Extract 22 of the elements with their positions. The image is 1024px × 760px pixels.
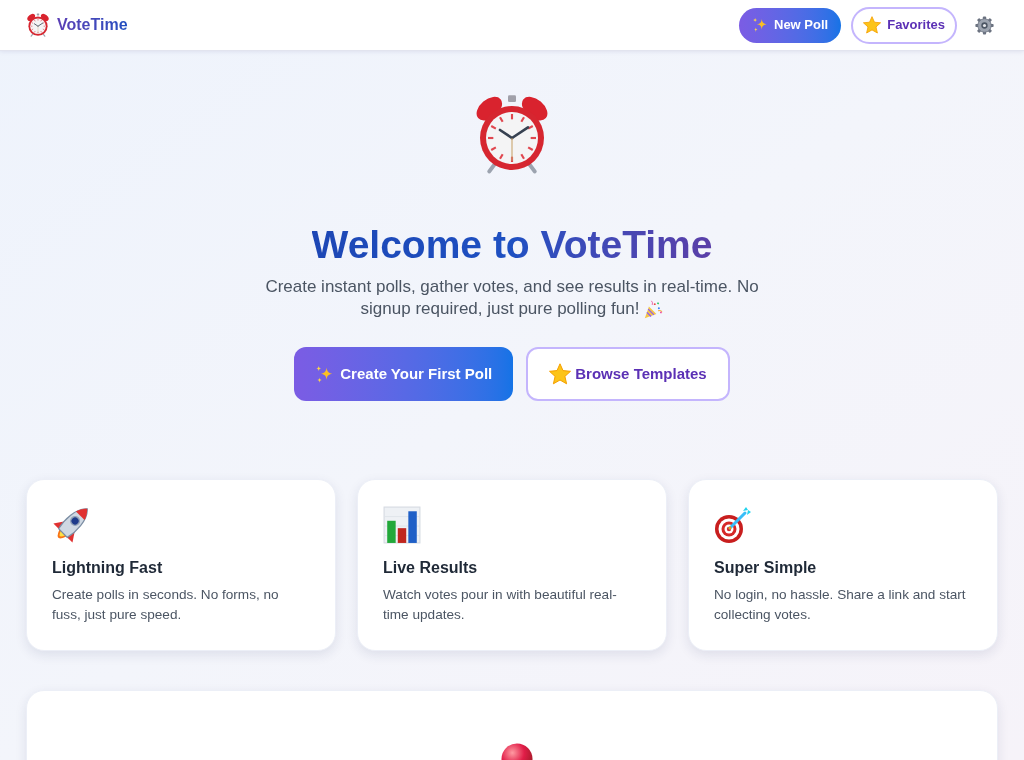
- feature-title: Live Results: [383, 558, 479, 578]
- settings-icon[interactable]: [975, 15, 994, 35]
- hero-subtitle-line: Create instant polls, gather votes, and see results in real-time. No: [265, 276, 759, 298]
- browse-templates-button[interactable]: Browse Templates: [526, 347, 730, 401]
- favorites-button[interactable]: Favorites: [851, 6, 957, 44]
- hero-subtitle-line: signup required, just pure polling fun!: [360, 298, 640, 320]
- star-icon: [863, 16, 882, 34]
- feature-description: No login, no hassle. Share a link and start collecting votes.: [714, 586, 967, 624]
- feature-description: Watch votes pour in with beautiful real-time updates.: [383, 586, 618, 624]
- feature-description: Create polls in seconds. No forms, no fuss, just pure speed.: [52, 586, 280, 624]
- dart-target-icon: [714, 506, 752, 544]
- create-poll-button[interactable]: Create Your First Poll: [294, 347, 514, 401]
- rocket-icon: [52, 506, 90, 544]
- bar-chart-icon: [383, 506, 421, 544]
- alarm-clock-icon: [26, 13, 50, 37]
- feature-title: Super Simple: [714, 558, 818, 578]
- star-icon: [549, 363, 572, 385]
- sparkle-icon: [315, 364, 335, 384]
- sparkle-icon: [752, 17, 768, 33]
- feature-title: Lightning Fast: [52, 558, 164, 578]
- new-poll-button[interactable]: New Poll: [739, 7, 842, 43]
- party-popper-icon: [644, 299, 664, 319]
